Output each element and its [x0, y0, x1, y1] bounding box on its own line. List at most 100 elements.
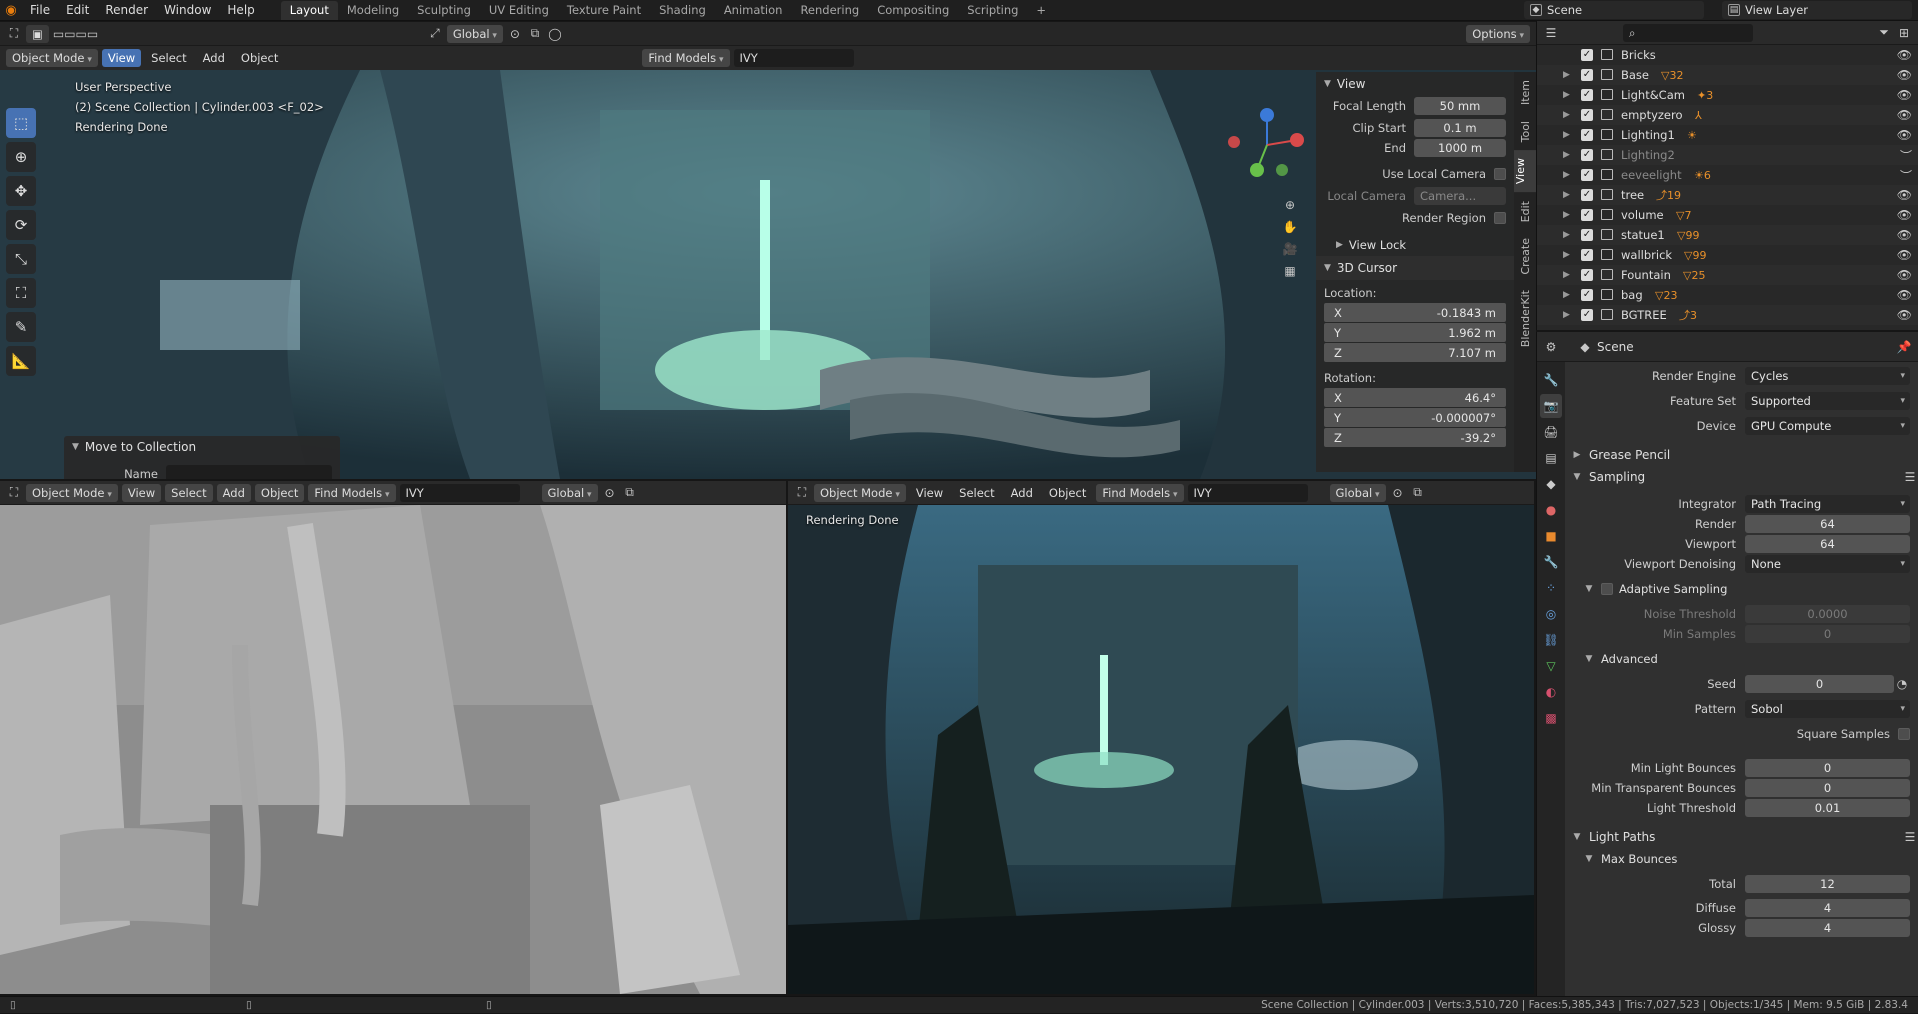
outliner-row[interactable]: ✓ Bricks 👁 — [1537, 45, 1918, 65]
texture-tab-icon[interactable]: ▩ — [1540, 706, 1562, 730]
collection-name[interactable]: Base — [1621, 68, 1649, 82]
menu-file[interactable]: File — [22, 0, 58, 21]
exclude-checkbox[interactable]: ✓ — [1581, 309, 1593, 321]
menu-view[interactable]: View — [101, 49, 142, 67]
outliner-row[interactable]: ▶ ✓ tree ⤴19 👁 — [1537, 185, 1918, 205]
expand-arrow-icon[interactable]: ▶ — [1563, 90, 1570, 100]
menu-object[interactable]: Object — [1043, 484, 1092, 502]
cursor-location-y[interactable]: Y 1.962 m — [1324, 323, 1506, 342]
tab-item[interactable]: Item — [1519, 72, 1532, 113]
cursor-tool-icon[interactable]: ⊕ — [6, 142, 36, 172]
main-3d-viewport[interactable]: ⛶ ▣ ▭▭▭▭ ⤢ Global ⊙ ⧉ ◯ Options Object M… — [0, 22, 1536, 479]
options-dropdown[interactable]: Options — [1466, 24, 1530, 43]
exclude-checkbox[interactable]: ✓ — [1581, 209, 1593, 221]
grease-pencil-panel-header[interactable]: ▶ Grease Pencil — [1567, 444, 1918, 466]
advanced-header[interactable]: ▼ Advanced — [1567, 648, 1918, 670]
visibility-eye-icon[interactable]: ︶ — [1900, 167, 1912, 184]
menu-view[interactable]: View — [121, 483, 162, 502]
expand-arrow-icon[interactable]: ▶ — [1563, 170, 1570, 180]
seed-field[interactable]: 0 — [1745, 675, 1894, 693]
outliner-search-input[interactable]: ⌕ — [1623, 23, 1753, 42]
light-threshold-field[interactable]: 0.01 — [1745, 799, 1910, 817]
exclude-checkbox[interactable]: ✓ — [1581, 89, 1593, 101]
proportional-icon[interactable]: ◯ — [547, 27, 563, 41]
local-camera-field[interactable]: Camera... — [1414, 187, 1506, 205]
visibility-eye-icon[interactable]: ︶ — [1900, 147, 1912, 164]
visibility-eye-icon[interactable]: 👁 — [1897, 228, 1912, 242]
visibility-eye-icon[interactable]: 👁 — [1897, 248, 1912, 262]
expand-arrow-icon[interactable]: ▶ — [1563, 150, 1570, 160]
object-tab-icon[interactable]: ■ — [1540, 524, 1562, 548]
snap-icon[interactable]: ⧉ — [527, 26, 543, 41]
pin-icon[interactable]: 📌 — [1896, 340, 1912, 354]
visibility-eye-icon[interactable]: 👁 — [1897, 268, 1912, 282]
visibility-eye-icon[interactable]: 👁 — [1897, 88, 1912, 102]
feature-set-dropdown[interactable]: Supported — [1745, 392, 1910, 410]
expand-arrow-icon[interactable]: ▶ — [1563, 70, 1570, 80]
editor-type-icon[interactable]: ⚙ — [1543, 340, 1559, 354]
menu-edit[interactable]: Edit — [58, 0, 97, 21]
use-local-camera-checkbox[interactable] — [1494, 168, 1506, 180]
editor-type-icon[interactable]: ⛶ — [6, 26, 22, 41]
tab-view[interactable]: View — [1514, 150, 1536, 193]
exclude-checkbox[interactable]: ✓ — [1581, 129, 1593, 141]
constraints-tab-icon[interactable]: ⛓ — [1540, 628, 1562, 652]
scale-tool-icon[interactable]: ⤡ — [6, 244, 36, 274]
exclude-checkbox[interactable]: ✓ — [1581, 289, 1593, 301]
zoom-icon[interactable]: ⊕ — [1282, 198, 1298, 212]
output-tab-icon[interactable]: 🖨 — [1540, 420, 1562, 444]
pattern-dropdown[interactable]: Sobol — [1745, 700, 1910, 718]
visibility-eye-icon[interactable]: 👁 — [1897, 288, 1912, 302]
visibility-eye-icon[interactable]: 👁 — [1897, 68, 1912, 82]
collection-name[interactable]: Fountain — [1621, 268, 1671, 282]
menu-object[interactable]: Object — [254, 483, 305, 502]
tab-shading[interactable]: Shading — [650, 1, 715, 20]
collection-name[interactable]: volume — [1621, 208, 1664, 222]
min-light-bounces-field[interactable]: 0 — [1745, 759, 1910, 777]
outliner-row[interactable]: ▶ ✓ emptyzero ⅄ 👁 — [1537, 105, 1918, 125]
outliner-row[interactable]: ▶ ✓ Base ▽32 👁 — [1537, 65, 1918, 85]
tab-layout[interactable]: Layout — [280, 0, 338, 20]
expand-arrow-icon[interactable]: ▶ — [1563, 230, 1570, 240]
object-mode-dropdown[interactable]: Object Mode — [6, 49, 98, 67]
select-tool-icon[interactable]: ⬚ — [6, 108, 36, 138]
outliner-row[interactable]: ▶ ✓ volume ▽7 👁 — [1537, 205, 1918, 225]
exclude-checkbox[interactable]: ✓ — [1581, 189, 1593, 201]
expand-arrow-icon[interactable]: ▶ — [1563, 190, 1570, 200]
glossy-bounces-field[interactable]: 4 — [1745, 919, 1910, 937]
select-box-tool-icon[interactable]: ▣ — [26, 24, 49, 43]
tab-blenderkit[interactable]: BlenderKit — [1519, 282, 1532, 355]
tab-uv-editing[interactable]: UV Editing — [480, 1, 558, 20]
outliner-row[interactable]: ▶ ✓ Light&Cam ✦3 👁 — [1537, 85, 1918, 105]
collection-name[interactable]: wallbrick — [1621, 248, 1672, 262]
noise-threshold-field[interactable]: 0.0000 — [1745, 605, 1910, 623]
rotate-tool-icon[interactable]: ⟳ — [6, 210, 36, 240]
annotate-tool-icon[interactable]: ✎ — [6, 312, 36, 342]
new-collection-icon[interactable]: ⊞ — [1896, 26, 1912, 40]
solid-3d-viewport[interactable]: ⛶ Object Mode View Select Add Object Fin… — [0, 481, 786, 994]
render-3d-viewport[interactable]: ⛶ Object Mode View Select Add Object Fin… — [788, 481, 1534, 994]
tab-rendering[interactable]: Rendering — [791, 1, 868, 20]
pan-hand-icon[interactable]: ✋ — [1282, 220, 1298, 234]
collection-name[interactable]: eeveelight — [1621, 168, 1682, 182]
modifier-tab-icon[interactable]: 🔧 — [1540, 550, 1562, 574]
min-samples-field[interactable]: 0 — [1745, 625, 1910, 643]
move-tool-icon[interactable]: ✥ — [6, 176, 36, 206]
diffuse-bounces-field[interactable]: 4 — [1745, 899, 1910, 917]
transform-orientation-dropdown[interactable]: Global — [1329, 483, 1386, 502]
max-bounces-header[interactable]: ▼ Max Bounces — [1567, 848, 1918, 870]
tab-animation[interactable]: Animation — [715, 1, 792, 20]
camera-view-icon[interactable]: 🎥 — [1282, 242, 1298, 256]
outliner-row[interactable]: ▶ ✓ bag ▽23 👁 — [1537, 285, 1918, 305]
exclude-checkbox[interactable]: ✓ — [1581, 169, 1593, 181]
adaptive-sampling-checkbox[interactable] — [1601, 583, 1613, 595]
transform-orientation-dropdown[interactable]: Global — [446, 24, 503, 43]
tab-sculpting[interactable]: Sculpting — [408, 1, 480, 20]
expand-arrow-icon[interactable]: ▶ — [1563, 290, 1570, 300]
total-bounces-field[interactable]: 12 — [1745, 875, 1910, 893]
main-render-view[interactable]: User Perspective (2) Scene Collection | … — [0, 70, 1536, 479]
menu-render[interactable]: Render — [97, 0, 156, 21]
view-panel-header[interactable]: ▼ View — [1316, 72, 1514, 96]
visibility-eye-icon[interactable]: 👁 — [1897, 48, 1912, 62]
3d-cursor-header[interactable]: ▼ 3D Cursor — [1316, 256, 1514, 280]
